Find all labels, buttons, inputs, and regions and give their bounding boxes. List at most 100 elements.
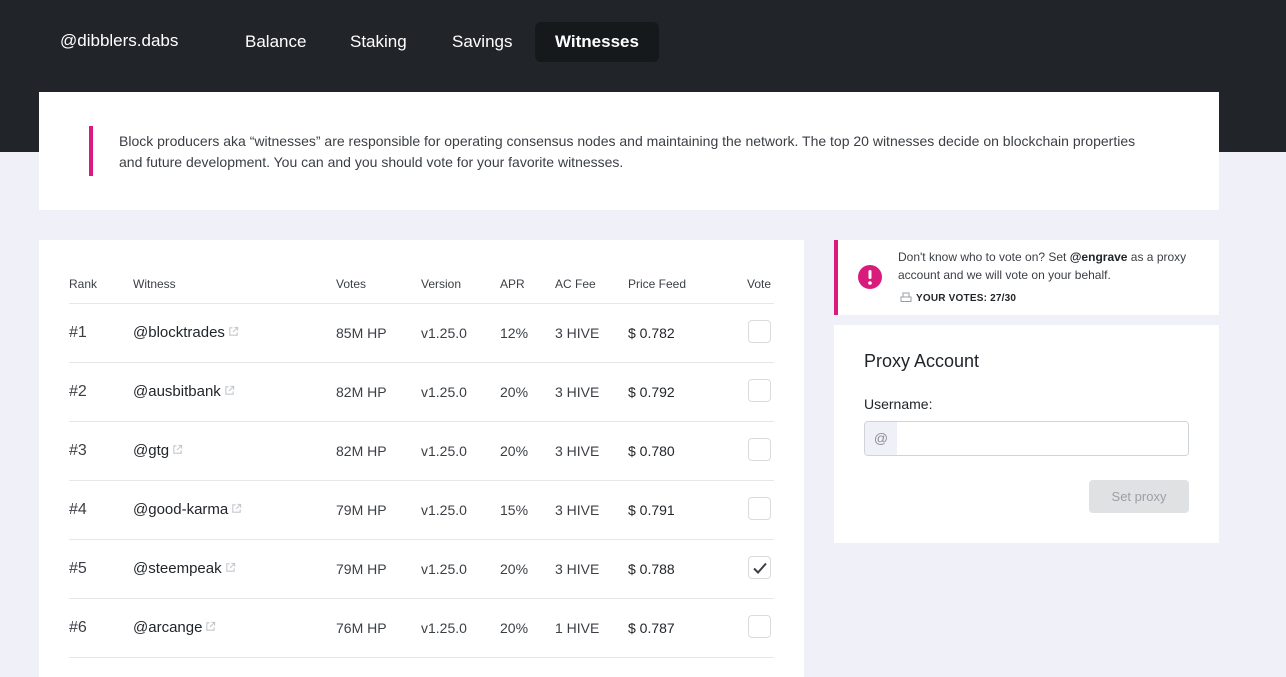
set-proxy-button[interactable]: Set proxy — [1089, 480, 1189, 513]
your-votes-label: YOUR VOTES: 27/30 — [916, 293, 1017, 304]
proxy-title: Proxy Account — [864, 351, 980, 371]
vote-cell — [747, 303, 774, 363]
rank-cell: #1 — [69, 303, 133, 363]
vote-cell — [747, 539, 774, 599]
witness-link[interactable]: @steempeak — [133, 560, 222, 577]
version-cell: v1.25.0 — [421, 421, 500, 481]
witness-cell: @ausbitbank — [133, 362, 336, 422]
your-votes-count: YOUR VOTES: 27/30 — [900, 292, 1016, 304]
rank-cell: #5 — [69, 539, 133, 599]
header-version: Version — [421, 262, 500, 304]
apr-cell: 20% — [500, 539, 555, 599]
price-feed-cell: $ 0.788 — [628, 539, 747, 599]
price-feed-cell: $ 0.782 — [628, 303, 747, 363]
witness-cell: @arcange — [133, 598, 336, 658]
votes-cell: 82M HP — [336, 421, 421, 481]
rank-cell: #3 — [69, 421, 133, 481]
external-link-icon[interactable] — [172, 442, 183, 454]
table-row: #6 @arcange 76M HP v1.25.0 20% 1 HIVE $ 0.787 — [69, 598, 774, 658]
notice-text-before: Don't know who to vote on? Set — [898, 250, 1070, 264]
ballot-box-icon — [900, 292, 912, 302]
top-navbar: @dibblers.dabs Balance Staking Savings W… — [0, 0, 1286, 84]
account-name-link[interactable]: @dibblers.dabs — [60, 31, 178, 51]
vote-cell — [747, 421, 774, 481]
votes-cell: 85M HP — [336, 303, 421, 363]
external-link-icon[interactable] — [228, 324, 239, 336]
username-input-group: @ — [864, 421, 1189, 456]
apr-cell: 15% — [500, 480, 555, 540]
vote-checkbox[interactable] — [748, 378, 771, 402]
version-cell: v1.25.0 — [421, 598, 500, 658]
vote-checkbox[interactable] — [748, 496, 771, 520]
fee-cell: 3 HIVE — [555, 303, 628, 363]
header-witness: Witness — [133, 262, 336, 304]
external-link-icon[interactable] — [225, 560, 236, 572]
fee-cell: 3 HIVE — [555, 362, 628, 422]
intro-card: Block producers aka “witnesses” are resp… — [39, 92, 1219, 210]
tab-balance[interactable]: Balance — [225, 22, 326, 62]
witness-link[interactable]: @gtg — [133, 442, 169, 459]
rank-cell: #4 — [69, 480, 133, 540]
witness-link[interactable]: @blocktrades — [133, 324, 225, 341]
external-link-icon[interactable] — [224, 383, 235, 395]
header-fee: AC Fee — [555, 262, 628, 304]
version-cell: v1.25.0 — [421, 303, 500, 363]
proxy-username-input[interactable] — [897, 422, 1188, 455]
witness-link[interactable]: @good-karma — [133, 501, 228, 518]
witness-cell: @good-karma — [133, 480, 336, 540]
proxy-notice: Don't know who to vote on? Set @engrave … — [834, 240, 1219, 315]
witness-cell: @blocktrades — [133, 303, 336, 363]
fee-cell: 1 HIVE — [555, 598, 628, 658]
table-row: #4 @good-karma 79M HP v1.25.0 15% 3 HIVE $ 0.7… — [69, 480, 774, 540]
header-rank: Rank — [69, 262, 133, 304]
witness-table: Rank Witness Votes Version APR AC Fee Pr… — [69, 262, 774, 658]
fee-cell: 3 HIVE — [555, 480, 628, 540]
table-row: #1 @blocktrades 85M HP v1.25.0 12% 3 HIVE $ 0.… — [69, 303, 774, 363]
fee-cell: 3 HIVE — [555, 539, 628, 599]
table-row: #5 @steempeak 79M HP v1.25.0 20% 3 HIVE $ 0.78… — [69, 539, 774, 599]
vote-checkbox[interactable] — [748, 437, 771, 461]
header-apr: APR — [500, 262, 555, 304]
rank-cell: #2 — [69, 362, 133, 422]
votes-cell: 76M HP — [336, 598, 421, 658]
proxy-account-card: Proxy Account Username: @ Set proxy — [834, 325, 1219, 543]
witness-cell: @gtg — [133, 421, 336, 481]
header-price-feed: Price Feed — [628, 262, 747, 304]
tab-staking[interactable]: Staking — [330, 22, 427, 62]
accent-bar — [89, 126, 93, 176]
header-votes: Votes — [336, 262, 421, 304]
vote-cell — [747, 480, 774, 540]
intro-text: Block producers aka “witnesses” are resp… — [119, 133, 1136, 170]
vote-cell — [747, 598, 774, 658]
tab-witnesses[interactable]: Witnesses — [535, 22, 659, 62]
price-feed-cell: $ 0.791 — [628, 480, 747, 540]
external-link-icon[interactable] — [205, 619, 216, 631]
header-vote: Vote — [747, 262, 774, 304]
votes-cell: 79M HP — [336, 480, 421, 540]
votes-cell: 82M HP — [336, 362, 421, 422]
username-label: Username: — [864, 396, 933, 412]
price-feed-cell: $ 0.780 — [628, 421, 747, 481]
rank-cell: #6 — [69, 598, 133, 658]
tab-savings[interactable]: Savings — [432, 22, 532, 62]
external-link-icon[interactable] — [231, 501, 242, 513]
price-feed-cell: $ 0.792 — [628, 362, 747, 422]
apr-cell: 20% — [500, 598, 555, 658]
notice-message: Don't know who to vote on? Set @engrave … — [898, 248, 1198, 284]
price-feed-cell: $ 0.787 — [628, 598, 747, 658]
vote-checkbox[interactable] — [748, 614, 771, 638]
vote-checkbox[interactable] — [748, 319, 771, 343]
witness-link[interactable]: @ausbitbank — [133, 383, 221, 400]
version-cell: v1.25.0 — [421, 362, 500, 422]
apr-cell: 20% — [500, 421, 555, 481]
suggested-proxy-name: @engrave — [1069, 250, 1128, 264]
votes-cell: 79M HP — [336, 539, 421, 599]
version-cell: v1.25.0 — [421, 539, 500, 599]
witness-link[interactable]: @arcange — [133, 619, 202, 636]
vote-checkbox[interactable] — [748, 555, 771, 579]
version-cell: v1.25.0 — [421, 480, 500, 540]
table-header-row: Rank Witness Votes Version APR AC Fee Pr… — [69, 262, 774, 304]
witness-cell: @steempeak — [133, 539, 336, 599]
apr-cell: 20% — [500, 362, 555, 422]
alert-icon — [858, 265, 882, 289]
